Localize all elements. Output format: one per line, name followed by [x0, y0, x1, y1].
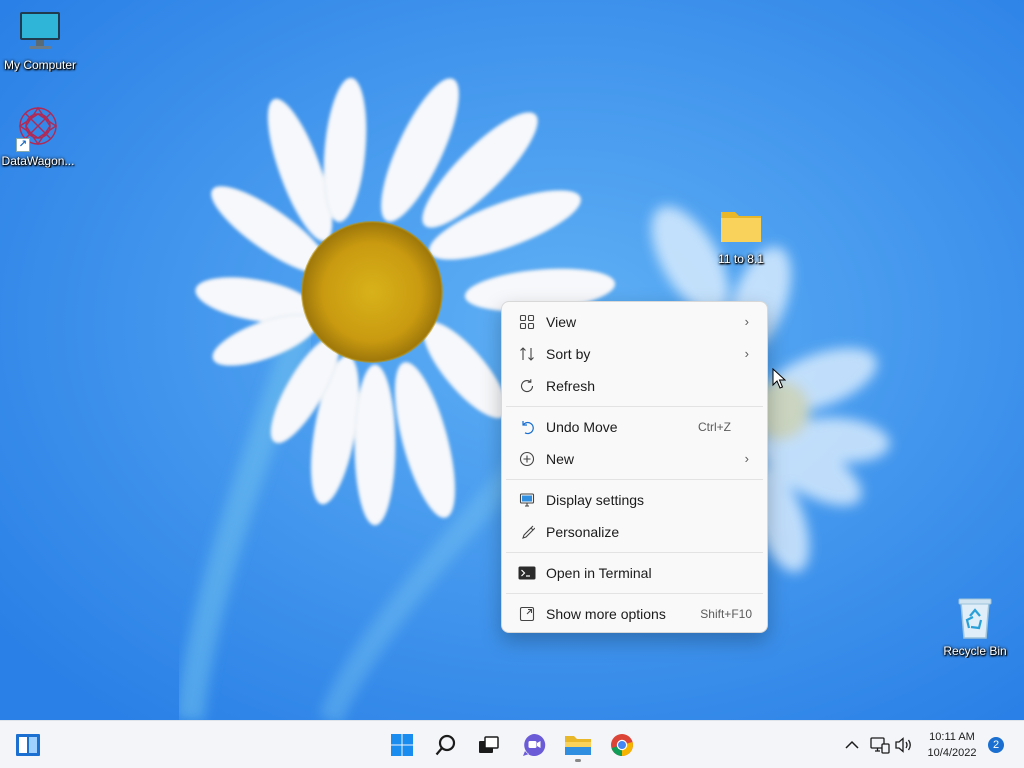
- widgets-icon: [16, 734, 40, 756]
- notification-count-badge[interactable]: 2: [988, 737, 1004, 753]
- desktop-icon-folder[interactable]: 11 to 8.1: [701, 202, 781, 266]
- desktop-icon-recycle-bin[interactable]: Recycle Bin: [935, 594, 1015, 658]
- file-explorer-button[interactable]: [560, 727, 596, 763]
- desktop-icon-label: My Computer: [3, 58, 77, 72]
- menu-item-show-more-options[interactable]: Show more options Shift+F10: [506, 598, 763, 630]
- menu-item-label: Undo Move: [546, 419, 618, 435]
- network-button[interactable]: [870, 735, 890, 755]
- menu-separator: [506, 552, 763, 553]
- menu-item-label: View: [546, 314, 577, 330]
- chrome-button[interactable]: [604, 727, 640, 763]
- folder-icon: [717, 202, 765, 250]
- recycle-bin-icon: [951, 594, 999, 642]
- menu-item-new[interactable]: New ›: [506, 443, 763, 475]
- desktop-icon-label: DataWagon...: [1, 154, 75, 168]
- task-view-icon: [479, 736, 499, 753]
- menu-item-display-settings[interactable]: Display settings: [506, 484, 763, 516]
- menu-separator: [506, 593, 763, 594]
- menu-item-label: Sort by: [546, 346, 591, 362]
- desktop-context-menu: View › Sort by › Refresh Undo Move Ctrl+…: [501, 301, 768, 633]
- widgets-button[interactable]: [10, 727, 46, 763]
- clock-date: 10/4/2022: [927, 747, 977, 759]
- chrome-icon: [611, 734, 633, 756]
- search-button[interactable]: [428, 727, 464, 763]
- clock-time: 10:11 AM: [929, 731, 975, 743]
- menu-item-label: New: [546, 451, 575, 467]
- menu-item-sort-by[interactable]: Sort by ›: [506, 338, 763, 370]
- menu-separator: [506, 479, 763, 480]
- menu-item-view[interactable]: View ›: [506, 306, 763, 338]
- clock-button[interactable]: 10:11 AM 10/4/2022: [916, 729, 988, 761]
- chat-icon: [523, 733, 546, 756]
- menu-item-label: Display settings: [546, 492, 645, 508]
- menu-item-refresh[interactable]: Refresh: [506, 370, 763, 402]
- task-view-button[interactable]: [470, 727, 506, 763]
- running-indicator: [575, 759, 581, 762]
- show-hidden-icons-button[interactable]: [842, 735, 862, 755]
- network-icon: [870, 737, 890, 754]
- view-grid-icon: [518, 313, 536, 331]
- menu-item-label: Personalize: [546, 524, 620, 540]
- chevron-right-icon: ›: [744, 451, 749, 466]
- chevron-right-icon: ›: [744, 314, 749, 329]
- new-plus-icon: [518, 450, 536, 468]
- search-icon: [435, 734, 456, 756]
- chevron-right-icon: ›: [744, 346, 749, 361]
- brush-icon: [518, 523, 536, 541]
- display-icon: [518, 491, 536, 509]
- file-explorer-icon: [565, 736, 591, 755]
- volume-button[interactable]: [894, 735, 914, 755]
- menu-item-label: Refresh: [546, 378, 596, 394]
- undo-icon: [518, 418, 536, 436]
- refresh-icon: [518, 377, 536, 395]
- menu-item-undo-move[interactable]: Undo Move Ctrl+Z: [506, 411, 763, 443]
- expand-icon: [518, 605, 536, 623]
- menu-item-shortcut: Ctrl+Z: [698, 420, 731, 434]
- sort-icon: [518, 345, 536, 363]
- terminal-icon: [518, 564, 536, 582]
- datawagon-logo-icon: ↗: [14, 104, 62, 152]
- menu-item-label: Show more options: [546, 606, 666, 622]
- desktop-icon-datawagon[interactable]: ↗ DataWagon...: [0, 104, 78, 168]
- mouse-cursor-icon: [772, 368, 786, 389]
- chevron-up-icon: [845, 740, 859, 749]
- menu-item-shortcut: Shift+F10: [700, 607, 752, 621]
- menu-separator: [506, 406, 763, 407]
- monitor-icon: [16, 8, 64, 56]
- volume-icon: [895, 737, 911, 753]
- desktop-icon-label: 11 to 8.1: [718, 252, 764, 266]
- menu-item-personalize[interactable]: Personalize: [506, 516, 763, 548]
- menu-item-open-in-terminal[interactable]: Open in Terminal: [506, 557, 763, 589]
- desktop-icon-label: Recycle Bin: [943, 644, 1007, 658]
- desktop-icon-my-computer[interactable]: My Computer: [0, 8, 80, 72]
- start-button[interactable]: [384, 727, 420, 763]
- taskbar: 10:11 AM 10/4/2022 2: [0, 720, 1024, 768]
- shortcut-arrow-icon: ↗: [16, 138, 30, 152]
- windows-logo-icon: [391, 734, 413, 756]
- menu-item-label: Open in Terminal: [546, 565, 652, 581]
- teams-chat-button[interactable]: [516, 727, 552, 763]
